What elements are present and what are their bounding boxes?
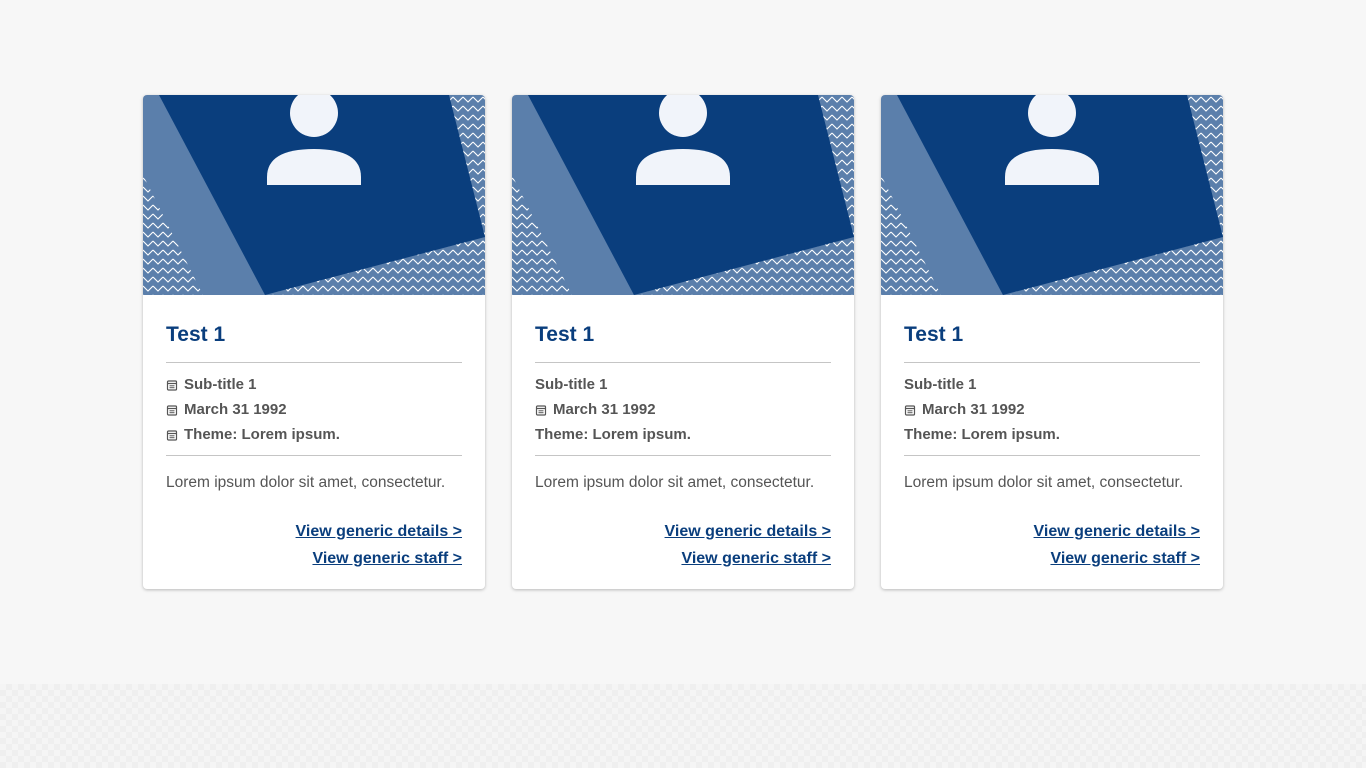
card: Test 1 Sub-title 1 March 31 1992 Theme: … — [143, 95, 485, 589]
divider — [166, 455, 462, 456]
card-image — [512, 95, 854, 295]
card-description: Lorem ipsum dolor sit amet, consectetur. — [535, 474, 815, 491]
view-details-link[interactable]: View generic details > — [166, 518, 462, 545]
card-title: Test 1 — [904, 323, 964, 346]
card-title: Test 1 — [166, 323, 226, 346]
date-text: March 31 1992 — [553, 401, 656, 418]
date-row: March 31 1992 — [166, 397, 462, 422]
date-row: March 31 1992 — [904, 397, 1200, 422]
subtitle-text: Sub-title 1 — [184, 376, 257, 393]
theme-row: Theme: Lorem ipsum. — [166, 422, 462, 447]
view-staff-link[interactable]: View generic staff > — [904, 545, 1200, 572]
card-description: Lorem ipsum dolor sit amet, consectetur. — [166, 474, 446, 491]
card-image — [881, 95, 1223, 295]
card-image — [143, 95, 485, 295]
cards-list: Test 1 Sub-title 1 March 31 1992 Theme: … — [143, 95, 1223, 589]
subtitle-row: Sub-title 1 — [904, 372, 1200, 397]
calendar-icon — [166, 404, 178, 416]
subtitle-row: Sub-title 1 — [535, 372, 831, 397]
view-staff-link[interactable]: View generic staff > — [535, 545, 831, 572]
date-text: March 31 1992 — [922, 401, 1025, 418]
card-description: Lorem ipsum dolor sit amet, consectetur. — [904, 474, 1184, 491]
view-details-link[interactable]: View generic details > — [535, 518, 831, 545]
theme-text: Theme: Lorem ipsum. — [904, 426, 1060, 443]
divider — [535, 455, 831, 456]
card: Test 1 Sub-title 1 March 31 1992 Theme: … — [512, 95, 854, 589]
calendar-icon — [904, 404, 916, 416]
divider — [904, 455, 1200, 456]
footer-pattern — [0, 684, 1366, 768]
calendar-icon — [166, 379, 178, 391]
view-staff-link[interactable]: View generic staff > — [166, 545, 462, 572]
date-text: March 31 1992 — [184, 401, 287, 418]
view-details-link[interactable]: View generic details > — [904, 518, 1200, 545]
calendar-icon — [166, 429, 178, 441]
card-title: Test 1 — [535, 323, 595, 346]
theme-text: Theme: Lorem ipsum. — [184, 426, 340, 443]
subtitle-text: Sub-title 1 — [904, 376, 977, 393]
calendar-icon — [535, 404, 547, 416]
date-row: March 31 1992 — [535, 397, 831, 422]
theme-text: Theme: Lorem ipsum. — [535, 426, 691, 443]
subtitle-text: Sub-title 1 — [535, 376, 608, 393]
theme-row: Theme: Lorem ipsum. — [535, 422, 831, 447]
subtitle-row: Sub-title 1 — [166, 372, 462, 397]
theme-row: Theme: Lorem ipsum. — [904, 422, 1200, 447]
card: Test 1 Sub-title 1 March 31 1992 Theme: … — [881, 95, 1223, 589]
